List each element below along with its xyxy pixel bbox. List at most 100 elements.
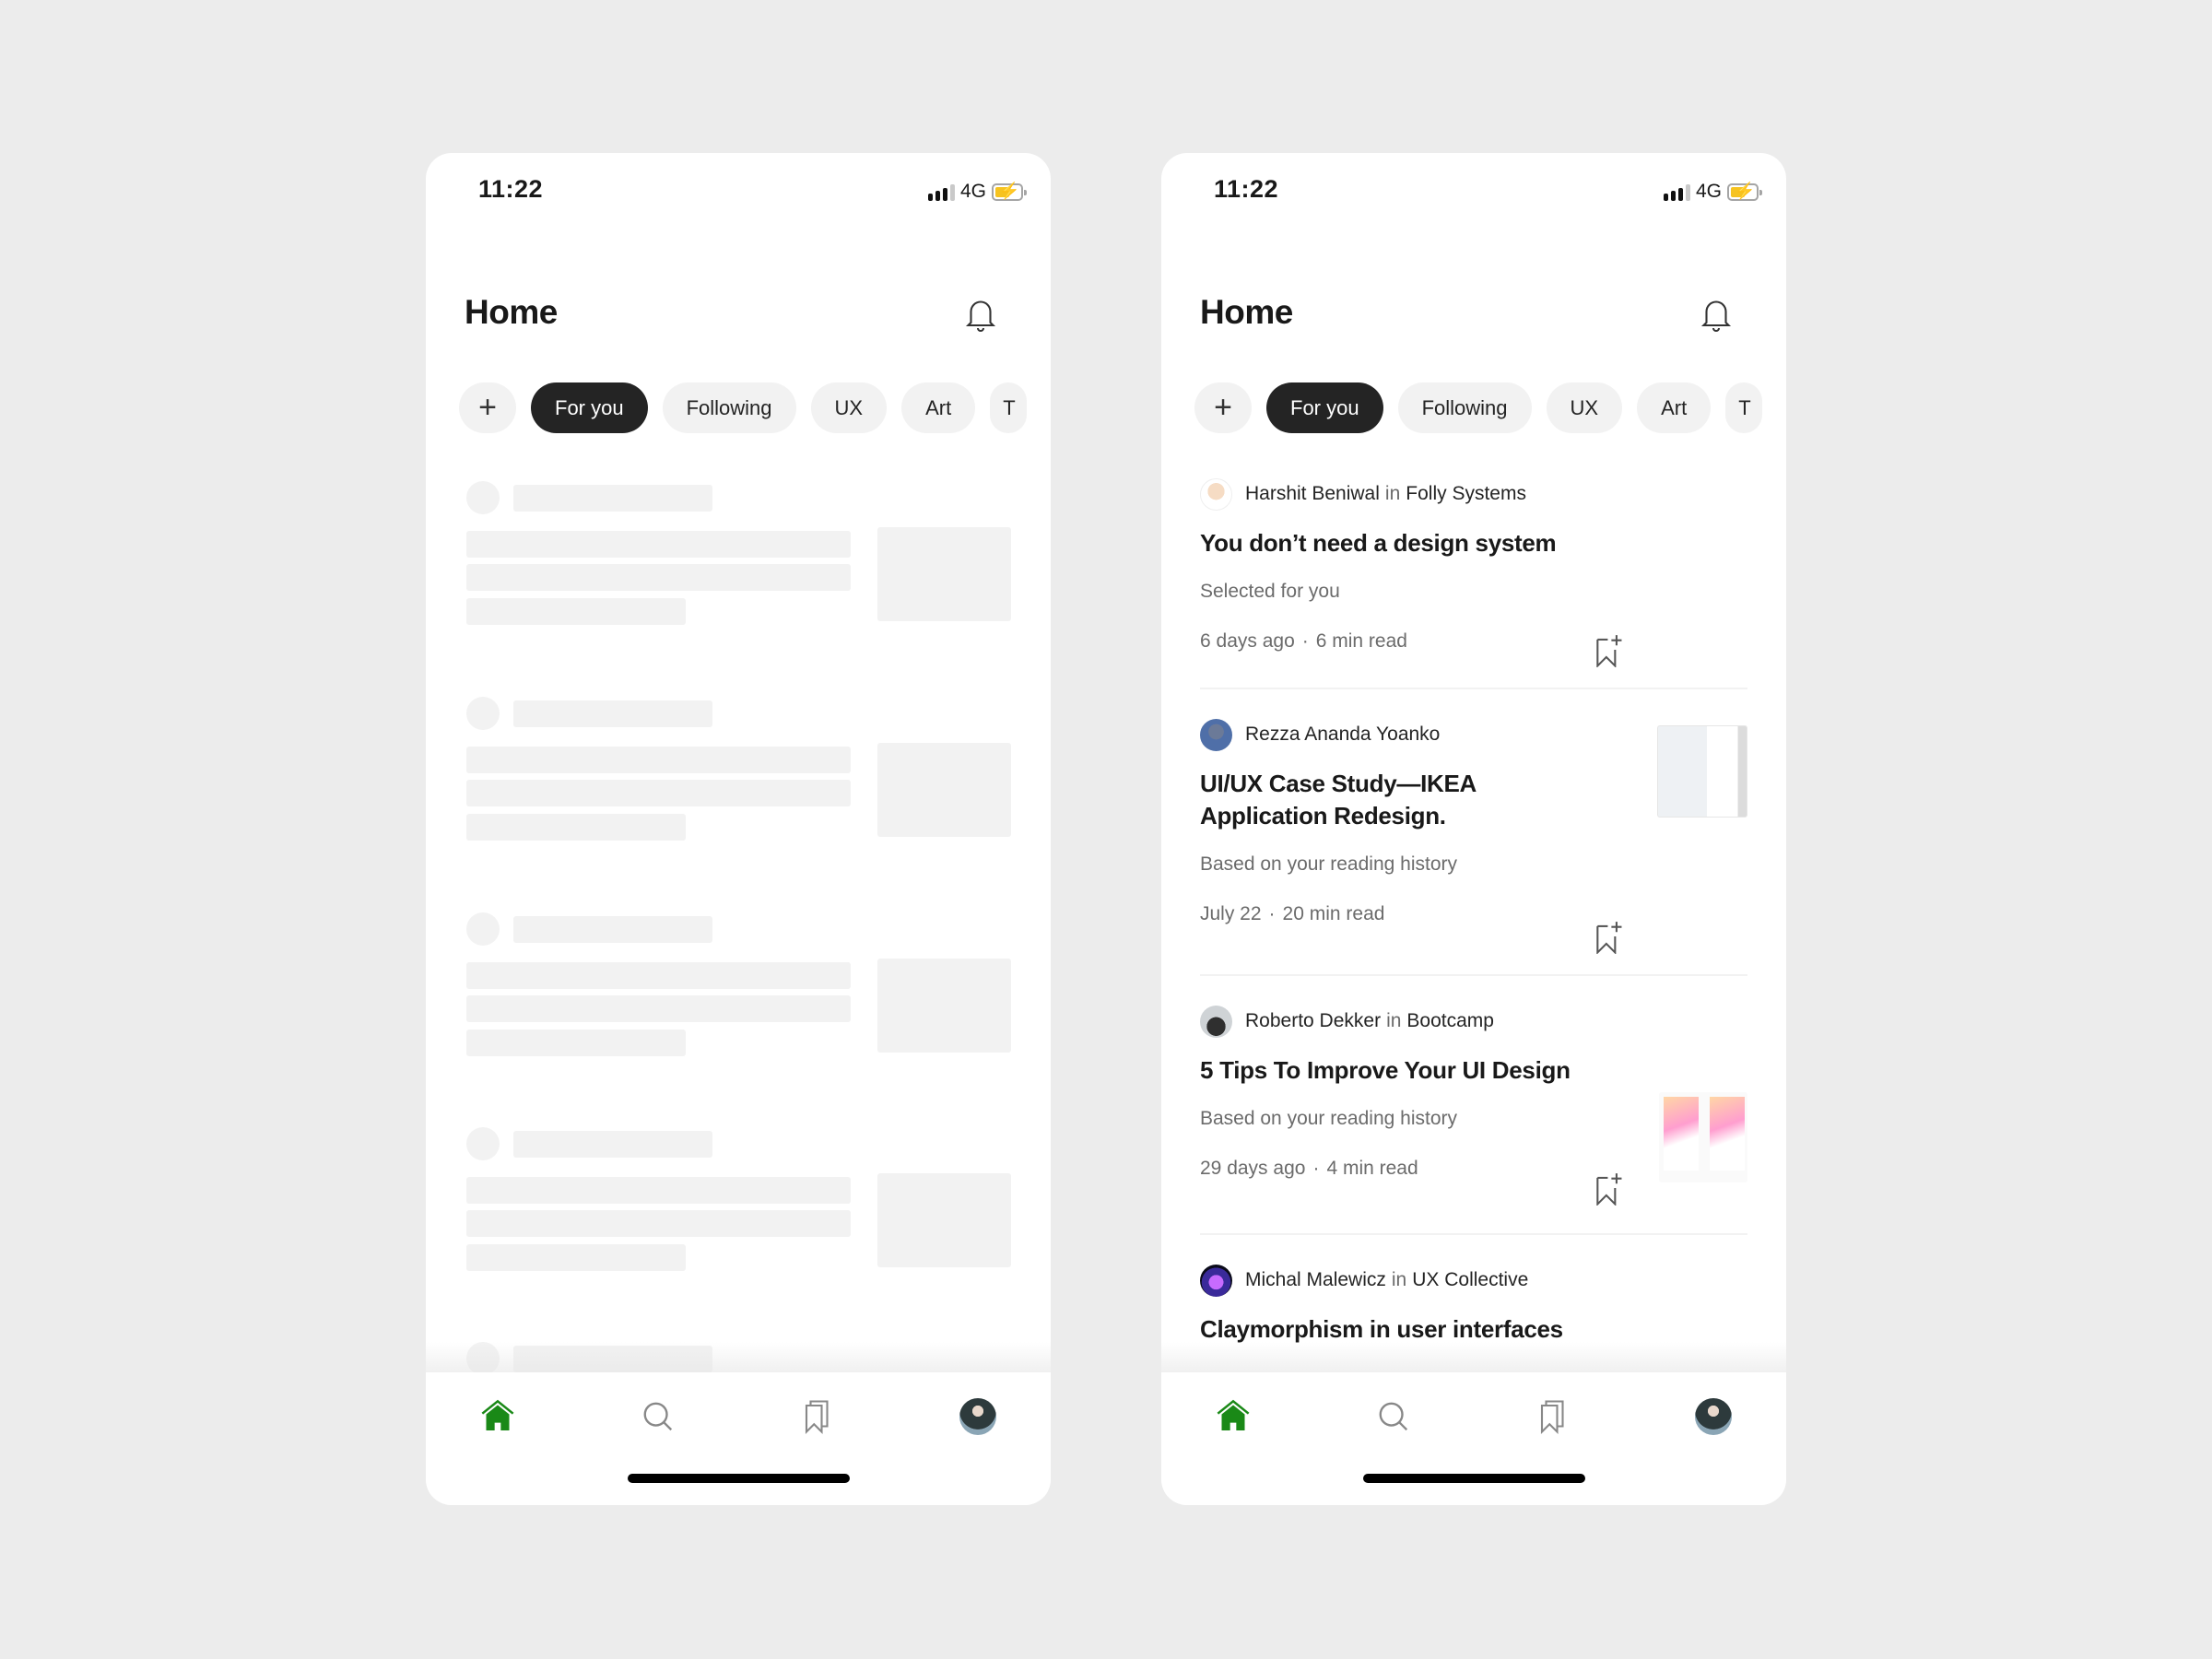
article-thumbnail[interactable] [1659,847,1747,937]
article-meta: 6 days ago · 6 min read [1200,630,1747,653]
skeleton-line [466,598,686,625]
skeleton-line [466,531,851,558]
skeleton-line [466,1177,851,1204]
bookmark-add-icon[interactable] [1594,919,1624,954]
phone-screen-loading: 11:22 4G ⚡ Home + For you Following UX A… [426,153,1051,1505]
home-indicator [628,1474,850,1483]
add-topic-button[interactable]: + [459,382,516,433]
search-icon [1379,1402,1408,1431]
scroll-fade [426,1342,1051,1372]
author-avatar[interactable] [1200,718,1232,751]
topic-pill-ux[interactable]: UX [1546,382,1623,433]
skeleton-line [466,780,851,806]
tab-search[interactable] [1373,1396,1414,1437]
topic-pill-art[interactable]: Art [1637,382,1712,433]
battery-charging-icon: ⚡ [992,182,1027,201]
read-time: 4 min read [1326,1158,1418,1179]
bookmark-add-icon[interactable] [1594,1171,1624,1206]
article-thumbnail[interactable] [1659,1092,1747,1182]
article-title[interactable]: UI/UX Case Study—IKEA Application Redesi… [1200,768,1596,832]
author-avatar[interactable] [1200,1264,1232,1297]
article-title[interactable]: Claymorphism in user interfaces [1200,1313,1661,1346]
topic-pill-for-you[interactable]: For you [1266,382,1383,433]
skeleton-line [466,747,851,773]
skeleton-line [466,814,686,841]
article-card[interactable]: Rezza Ananda Yoanko UI/UX Case Study—IKE… [1200,718,1747,976]
skeleton-line [513,916,712,943]
bell-icon[interactable] [1700,296,1733,333]
author-name[interactable]: Roberto Dekker [1245,1010,1381,1032]
in-label: in [1386,1010,1402,1031]
author-row: Roberto Dekker in Bootcamp [1200,1005,1747,1038]
skeleton-line [466,1030,686,1056]
signal-bars-icon [927,182,955,201]
skeleton-avatar [466,697,500,730]
profile-avatar [959,1398,996,1435]
tab-home[interactable] [1213,1396,1253,1437]
article-feed: Harshit Beniwal in Folly Systems You don… [1200,477,1747,1346]
publish-date: July 22 [1200,903,1262,924]
tab-profile[interactable] [1693,1396,1734,1437]
tab-library[interactable] [797,1396,838,1437]
skeleton-line [513,1131,712,1158]
page-title: Home [1200,293,1293,331]
skeleton-line [466,995,851,1022]
tab-search[interactable] [638,1396,678,1437]
bookmarks-icon [1540,1400,1564,1435]
topic-pills: + For you Following UX Art T [1194,382,1763,433]
home-indicator [1363,1474,1585,1483]
separator-dot: · [1312,1158,1320,1179]
topic-pill-following[interactable]: Following [1397,382,1532,433]
in-label: in [1391,1269,1407,1290]
skeleton-line [466,1244,686,1271]
author-row: Harshit Beniwal in Folly Systems [1200,477,1747,511]
article-title[interactable]: You don’t need a design system [1200,527,1596,559]
bookmark-add-icon[interactable] [1594,632,1624,667]
article-card[interactable]: Harshit Beniwal in Folly Systems You don… [1200,477,1747,818]
skeleton-thumbnail [877,959,1011,1053]
profile-avatar [1695,1398,1732,1435]
add-topic-button[interactable]: + [1194,382,1252,433]
network-label: 4G [959,181,986,202]
separator-dot: · [1268,903,1276,924]
publication-name[interactable]: Folly Systems [1406,483,1526,505]
status-indicators: 4G ⚡ [927,181,1027,203]
publish-date: 29 days ago [1200,1158,1306,1179]
article-card[interactable]: Michal Malewicz in UX Collective Claymor… [1200,1264,1747,1346]
skeleton-thumbnail [877,1173,1011,1267]
topic-pills: + For you Following UX Art T [459,382,1028,433]
author-name[interactable]: Rezza Ananda Yoanko [1245,724,1440,746]
status-time: 11:22 [478,175,544,203]
skeleton-line [466,962,851,989]
battery-charging-icon: ⚡ [1727,182,1762,201]
bottom-tab-bar [1161,1372,1786,1505]
publication-name[interactable]: Bootcamp [1406,1010,1494,1032]
author-name[interactable]: Harshit Beniwal [1245,483,1380,505]
tab-profile[interactable] [958,1396,998,1437]
skeleton-avatar [466,481,500,514]
status-time: 11:22 [1214,175,1279,203]
tab-home[interactable] [477,1396,518,1437]
topic-pill-ux[interactable]: UX [810,382,888,433]
bell-icon[interactable] [964,296,997,333]
author-avatar[interactable] [1200,477,1232,511]
author-name[interactable]: Michal Malewicz [1245,1269,1386,1291]
skeleton-line [513,700,712,727]
skeleton-line [466,564,851,591]
article-card[interactable]: Roberto Dekker in Bootcamp 5 Tips To Imp… [1200,1005,1747,1235]
publication-name[interactable]: UX Collective [1412,1269,1528,1291]
author-avatar[interactable] [1200,1005,1232,1038]
skeleton-avatar [466,912,500,946]
home-icon [1217,1399,1250,1430]
topic-pill-art[interactable]: Art [901,382,976,433]
topic-pill-partial[interactable]: T [990,382,1028,433]
topic-pill-for-you[interactable]: For you [531,382,648,433]
tab-library[interactable] [1533,1396,1573,1437]
article-title[interactable]: 5 Tips To Improve Your UI Design [1200,1054,1661,1087]
topic-pill-following[interactable]: Following [662,382,796,433]
search-icon [643,1402,673,1431]
topic-pill-partial[interactable]: T [1725,382,1763,433]
separator-dot: · [1301,630,1309,652]
skeleton-avatar [466,1127,500,1160]
recommendation-reason: Selected for you [1200,581,1340,602]
